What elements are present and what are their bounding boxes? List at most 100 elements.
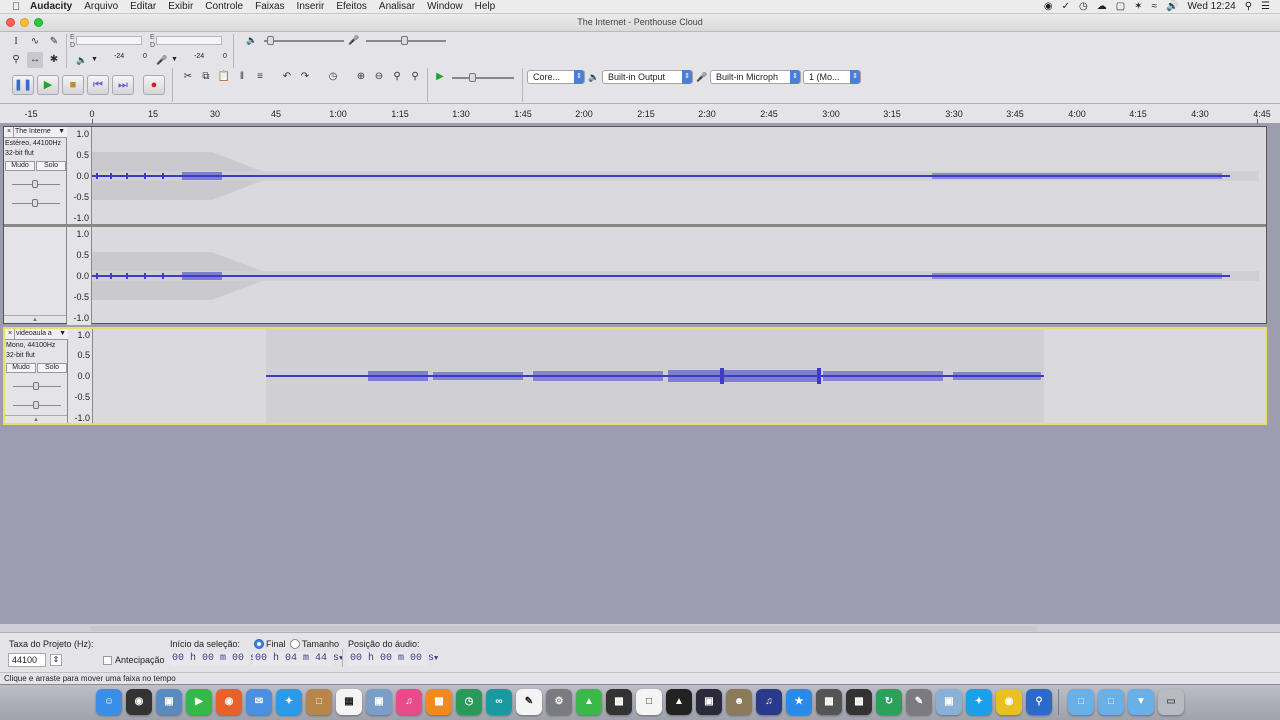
- fit-selection-icon[interactable]: ⚲: [389, 69, 405, 85]
- menu-efeitos[interactable]: Efeitos: [336, 0, 367, 14]
- launchpad-icon[interactable]: ◉: [126, 689, 152, 715]
- recording-volume-knob[interactable]: [401, 36, 408, 45]
- menu-window[interactable]: Window: [427, 0, 463, 14]
- menu-inserir[interactable]: Inserir: [297, 0, 325, 14]
- dropdown-arrow-icon[interactable]: ▼: [171, 56, 178, 63]
- track-name[interactable]: The Interne: [15, 127, 55, 137]
- solo-button[interactable]: Solo: [36, 161, 66, 171]
- vertical-scale[interactable]: 1.0 0.5 0.0 -0.5 -1.0: [68, 329, 93, 423]
- menu-faixas[interactable]: Faixas: [255, 0, 284, 14]
- menu-controle[interactable]: Controle: [205, 0, 243, 14]
- sync-status-icon[interactable]: ✓: [1062, 0, 1070, 14]
- play-at-speed-icon[interactable]: ▶: [432, 69, 448, 85]
- final-cut-icon[interactable]: ▩: [816, 689, 842, 715]
- track-name-bar[interactable]: × The Interne ▼: [4, 127, 67, 138]
- selection-tool-icon[interactable]: I: [8, 34, 24, 50]
- selection-start-time[interactable]: 00 h 00 m 00 s▼: [170, 652, 260, 666]
- paste-icon[interactable]: 📋: [216, 69, 232, 85]
- undo-icon[interactable]: ↶: [279, 69, 295, 85]
- track-name-bar[interactable]: × videoaula a ▼: [5, 329, 68, 340]
- horizontal-scrollbar[interactable]: [90, 626, 1037, 631]
- lightroom-icon[interactable]: ▣: [696, 689, 722, 715]
- safari-icon[interactable]: ✦: [276, 689, 302, 715]
- quicktime-icon[interactable]: ⚲: [1026, 689, 1052, 715]
- track-menu-icon[interactable]: ▼: [59, 329, 66, 339]
- close-track-icon[interactable]: ×: [5, 127, 14, 137]
- collapse-track-icon[interactable]: ▲: [5, 415, 67, 423]
- chrome-icon[interactable]: ◉: [996, 689, 1022, 715]
- inkscape-icon[interactable]: ▲: [666, 689, 692, 715]
- waveform-left-channel[interactable]: [92, 127, 1259, 225]
- preview-doc-icon[interactable]: ▣: [936, 689, 962, 715]
- menu-exibir[interactable]: Exibir: [168, 0, 193, 14]
- skip-to-start-button[interactable]: ⏮: [87, 75, 109, 95]
- wifi-icon[interactable]: ≈: [1152, 0, 1158, 14]
- solo-button[interactable]: Solo: [37, 363, 67, 373]
- multi-tool-icon[interactable]: ✱: [46, 52, 62, 68]
- calendar-icon[interactable]: ▦: [336, 689, 362, 715]
- time-shift-tool-icon[interactable]: ↔: [27, 52, 43, 68]
- system-preferences-icon[interactable]: ⚙: [546, 689, 572, 715]
- vertical-scale[interactable]: 1.0 0.5 0.0 -0.5 -1.0: [67, 127, 92, 225]
- script-editor-icon[interactable]: ✎: [906, 689, 932, 715]
- applications-folder-icon[interactable]: □: [1068, 689, 1094, 715]
- dropdown-arrow-icon[interactable]: ▼: [91, 56, 98, 63]
- textedit-icon[interactable]: ✎: [516, 689, 542, 715]
- vertical-scale[interactable]: 1.0 0.5 0.0 -0.5 -1.0: [67, 227, 92, 325]
- preview-icon[interactable]: ▣: [156, 689, 182, 715]
- trash-icon[interactable]: ▭: [1158, 689, 1184, 715]
- clock-text[interactable]: Wed 12:24: [1188, 0, 1236, 14]
- waveform-mono[interactable]: [93, 329, 1258, 423]
- photos-icon[interactable]: ▣: [366, 689, 392, 715]
- play-speed-slider[interactable]: [452, 77, 514, 79]
- firefox-icon[interactable]: ◉: [216, 689, 242, 715]
- play-speed-knob[interactable]: [469, 73, 476, 82]
- sync-lock-icon[interactable]: ◷: [325, 69, 341, 85]
- close-track-icon[interactable]: ×: [6, 329, 15, 339]
- input-device-select[interactable]: Built-in Microph ⇕: [710, 70, 801, 84]
- itunes-icon[interactable]: ♫: [396, 689, 422, 715]
- menu-arquivo[interactable]: Arquivo: [84, 0, 118, 14]
- pan-knob[interactable]: [32, 199, 38, 207]
- play-button[interactable]: ▶: [37, 75, 59, 95]
- contacts-icon[interactable]: □: [306, 689, 332, 715]
- bluetooth-icon[interactable]: ✶: [1134, 0, 1142, 14]
- cut-icon[interactable]: ✂: [180, 69, 196, 85]
- collapse-track-icon[interactable]: ▲: [4, 315, 66, 323]
- snap-to-checkbox[interactable]: [103, 656, 112, 665]
- record-status-icon[interactable]: ◉: [1044, 0, 1053, 14]
- gain-knob[interactable]: [33, 382, 39, 390]
- video-editor-icon[interactable]: ▩: [606, 689, 632, 715]
- gain-knob[interactable]: [32, 180, 38, 188]
- pan-knob[interactable]: [33, 401, 39, 409]
- speaker-meter-icon[interactable]: 🔈: [74, 52, 90, 68]
- silence-icon[interactable]: ≡: [252, 69, 268, 85]
- end-radio[interactable]: [254, 639, 264, 649]
- arduino-icon[interactable]: ∞: [486, 689, 512, 715]
- notification-center-icon[interactable]: ☰: [1261, 0, 1270, 14]
- waveform-right-channel[interactable]: [92, 227, 1259, 325]
- redo-icon[interactable]: ↷: [297, 69, 313, 85]
- timeline-ruler[interactable]: -15 0 15 30 45 1:00 1:15 1:30 1:45 2:00 …: [0, 104, 1280, 124]
- audio-host-select[interactable]: Core... ⇕: [527, 70, 585, 84]
- downloads-folder-icon[interactable]: ▼: [1128, 689, 1154, 715]
- clock-status-icon[interactable]: ◷: [1079, 0, 1088, 14]
- output-device-select[interactable]: Built-in Output ⇕: [602, 70, 693, 84]
- clapper-icon[interactable]: ▩: [846, 689, 872, 715]
- mail-icon[interactable]: ✉: [246, 689, 272, 715]
- microphone-meter-icon[interactable]: 🎤: [154, 52, 170, 68]
- audio-track-stereo[interactable]: × The Interne ▼ Estéreo, 44100Hz 32-bit …: [3, 126, 1267, 325]
- skype-icon[interactable]: ✦: [966, 689, 992, 715]
- audacity-icon[interactable]: ♫: [756, 689, 782, 715]
- trim-icon[interactable]: ‖: [234, 69, 250, 85]
- audio-position-time[interactable]: 00 h 00 m 00 s▼: [348, 652, 438, 666]
- volume-icon[interactable]: 🔊: [1166, 0, 1178, 14]
- track-menu-icon[interactable]: ▼: [58, 127, 65, 137]
- display-status-icon[interactable]: ▢: [1116, 0, 1125, 14]
- playback-volume-knob[interactable]: [267, 36, 274, 45]
- documents-folder-icon[interactable]: □: [1098, 689, 1124, 715]
- stop-button[interactable]: ■: [62, 75, 84, 95]
- menu-help[interactable]: Help: [475, 0, 496, 14]
- selection-end-time[interactable]: 00 h 04 m 44 s▼: [253, 652, 343, 666]
- zoom-out-icon[interactable]: ⊖: [371, 69, 387, 85]
